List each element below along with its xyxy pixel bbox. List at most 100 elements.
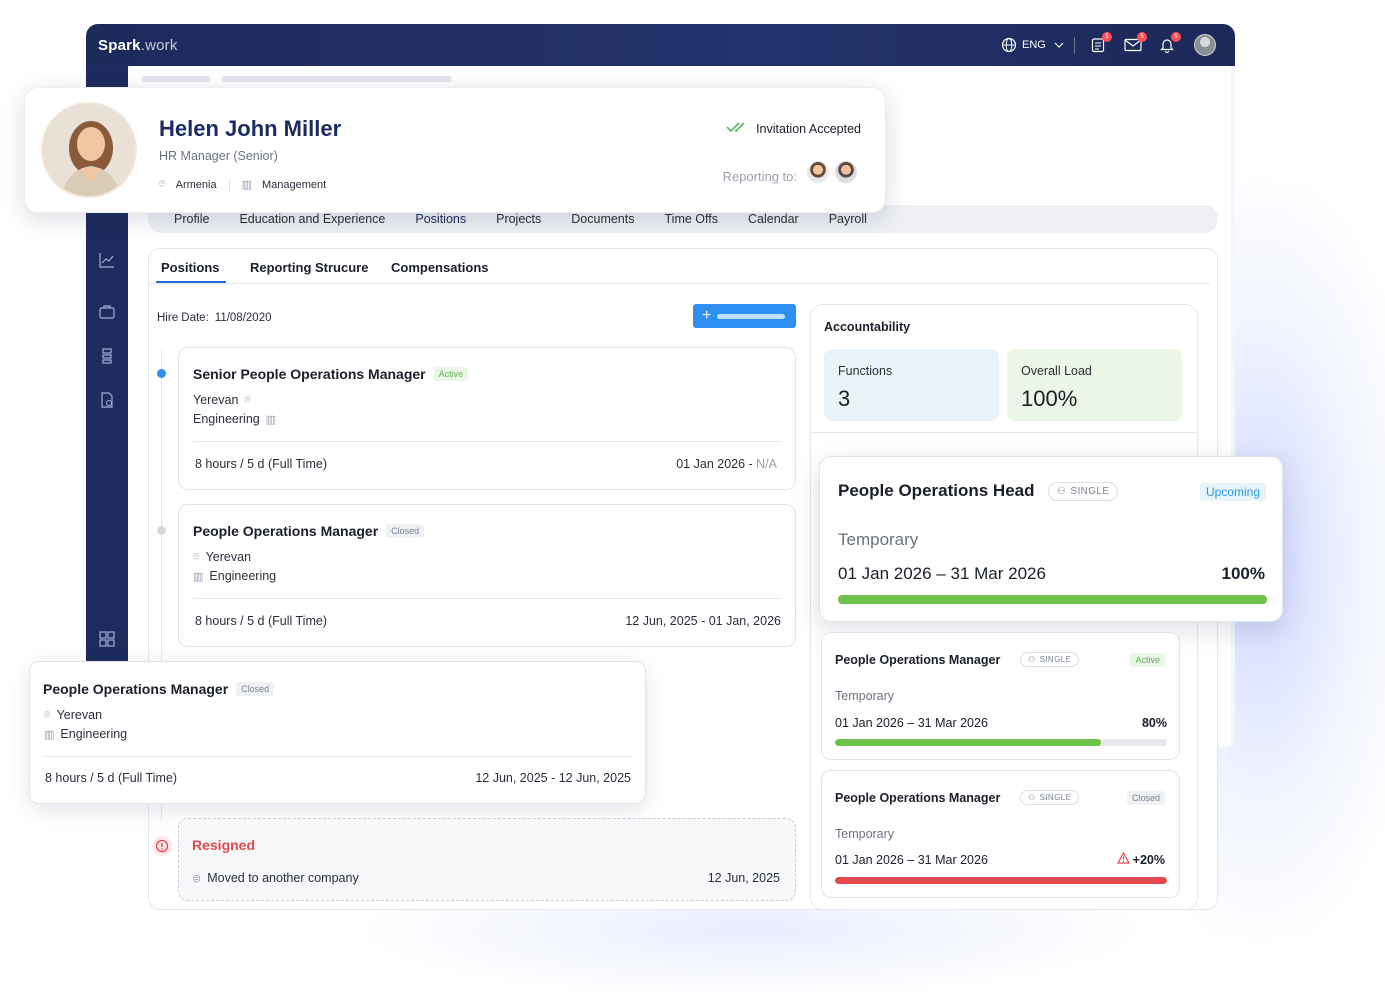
accountability-item[interactable]: People Operations Manager ⚇ SINGLE Active… <box>821 632 1180 760</box>
overall-load-stat: Overall Load 100% <box>1007 349 1182 421</box>
double-check-icon <box>726 121 750 136</box>
location-text: Yerevan <box>56 708 103 722</box>
user-menu[interactable] <box>1194 24 1216 66</box>
briefcase-icon[interactable] <box>97 302 117 322</box>
button-label-placeholder <box>717 313 786 319</box>
top-bar: Spark.work ENG 5 5 5 <box>86 24 1235 66</box>
clipboard-icon: 5 <box>1089 32 1112 54</box>
invitation-status-text: Invitation Accepted <box>756 121 861 136</box>
position-card[interactable]: Senior People Operations Manager Active … <box>178 347 796 490</box>
type-label: SINGLE <box>1070 486 1110 497</box>
status-badge: Upcoming <box>1199 483 1266 501</box>
status-badge: Closed <box>386 524 425 538</box>
org-structure-icon[interactable] <box>97 346 117 366</box>
status-badge: Closed <box>1126 791 1165 805</box>
load-progress-bar <box>835 739 1167 746</box>
alerts-button[interactable]: 5 <box>1158 24 1181 66</box>
resigned-reason: Moved to another company <box>207 871 359 885</box>
card-divider <box>44 756 632 757</box>
subtab-compensations[interactable]: Compensations <box>391 260 489 275</box>
position-card-floating[interactable]: People Operations Manager Closed ⌾ Yereva… <box>29 661 646 804</box>
tasks-button[interactable]: 5 <box>1089 24 1112 66</box>
load-progress-fill <box>838 595 1267 604</box>
profile-location-text: Armenia <box>175 178 217 191</box>
grid-icon[interactable] <box>97 629 117 649</box>
user-icon: ⚇ <box>1057 486 1067 497</box>
assignment-percent: 100% <box>1221 564 1265 583</box>
plus-icon: + <box>702 307 712 324</box>
topbar-divider <box>1074 37 1075 54</box>
resigned-date: 12 Jun, 2025 <box>707 871 780 885</box>
profile-location: ⌾ Armenia ▥ Management <box>159 178 326 191</box>
period-start: 01 Jan 2026 - <box>676 457 757 471</box>
position-card[interactable]: People Operations Manager Closed ⌾ Yereva… <box>178 504 796 647</box>
user-icon: ⚇ <box>1028 793 1036 802</box>
subtab-reporting[interactable]: Reporting Strucure <box>250 260 368 275</box>
profile-role: HR Manager (Senior) <box>159 149 278 163</box>
accountability-item[interactable]: People Operations Manager ⚇ SINGLE Closed… <box>821 770 1180 898</box>
resigned-card: Resigned ⊜ Moved to another company 12 Ju… <box>178 818 796 901</box>
subtab-positions[interactable]: Positions <box>161 260 220 275</box>
position-period: 12 Jun, 2025 - 01 Jan, 2026 <box>625 614 781 628</box>
subtab-active-indicator <box>156 281 226 283</box>
functions-value: 3 <box>838 386 851 411</box>
position-department: ▥ Engineering <box>193 569 276 583</box>
position-title-row: People Operations Manager Closed <box>43 681 275 697</box>
load-progress-bar <box>838 595 1267 604</box>
app-logo[interactable]: Spark.work <box>98 37 178 54</box>
overload-indicator: +20% <box>1116 851 1165 867</box>
position-period: 12 Jun, 2025 - 12 Jun, 2025 <box>475 771 631 785</box>
reporting-label: Reporting to: <box>722 169 797 184</box>
profile-name: Helen John Miller <box>159 116 342 141</box>
period-end: N/A <box>756 457 777 471</box>
invitation-status: Invitation Accepted <box>726 121 861 136</box>
building-icon: ▥ <box>265 413 277 426</box>
position-title: People Operations Manager <box>43 681 229 697</box>
type-pill: ⚇ SINGLE <box>1020 652 1080 667</box>
document-icon[interactable] <box>97 390 117 410</box>
logo-main: Spark <box>98 37 141 54</box>
resigned-reason-row: ⊜ Moved to another company <box>192 871 359 885</box>
hire-date-value: 11/08/2020 <box>214 312 272 324</box>
chart-icon[interactable] <box>97 250 117 270</box>
location-text: Yerevan <box>205 550 252 564</box>
position-title-row: People Operations Manager Closed <box>193 523 425 539</box>
comment-icon: ⊜ <box>192 872 202 885</box>
chevron-down-icon <box>1054 39 1064 51</box>
language-selector[interactable]: ENG <box>1000 24 1064 66</box>
hire-date-label: Hire Date: <box>157 312 209 324</box>
messages-button[interactable]: 5 <box>1124 24 1147 66</box>
building-icon: ▥ <box>44 728 55 741</box>
add-position-button[interactable]: + <box>693 304 796 328</box>
skeleton-line <box>142 76 210 82</box>
profile-photo <box>41 102 137 198</box>
functions-stat: Functions 3 <box>824 349 999 421</box>
profile-header-card: Helen John Miller HR Manager (Senior) ⌾ … <box>24 87 886 213</box>
card-divider <box>193 598 781 599</box>
timeline-dot-closed <box>157 526 166 535</box>
user-icon: ⚇ <box>1028 655 1036 664</box>
load-progress-fill <box>835 877 1167 884</box>
skeleton-line <box>222 76 452 82</box>
location-pin-icon: ⌾ <box>44 708 51 721</box>
logo-suffix: .work <box>140 37 178 54</box>
manager-avatar[interactable] <box>805 159 831 185</box>
functions-label: Functions <box>838 364 893 378</box>
alerts-badge: 5 <box>1171 32 1181 42</box>
accountability-divider <box>811 432 1197 433</box>
manager-avatar[interactable] <box>833 159 859 185</box>
assignment-percent: 80% <box>1141 716 1167 730</box>
location-pin-icon: ⌾ <box>244 393 252 406</box>
type-pill: ⚇ SINGLE <box>1020 790 1080 805</box>
mail-icon: 5 <box>1124 32 1147 54</box>
work-hours: 8 hours / 5 d (Full Time) <box>195 457 327 471</box>
accountability-item-featured[interactable]: People Operations Head ⚇ SINGLE Upcoming … <box>819 456 1283 622</box>
assignment-period: 01 Jan 2026 – 31 Mar 2026 <box>835 716 988 730</box>
type-label: SINGLE <box>1039 655 1072 664</box>
assignment-period: 01 Jan 2026 – 31 Mar 2026 <box>838 564 1046 583</box>
hire-date: Hire Date: 11/08/2020 <box>157 312 271 324</box>
position-period: 01 Jan 2026 - N/A <box>676 457 777 471</box>
position-location: Yerevan ⌾ <box>193 393 251 407</box>
subtab-divider <box>148 283 1210 284</box>
timeline-dot-active <box>157 369 166 378</box>
